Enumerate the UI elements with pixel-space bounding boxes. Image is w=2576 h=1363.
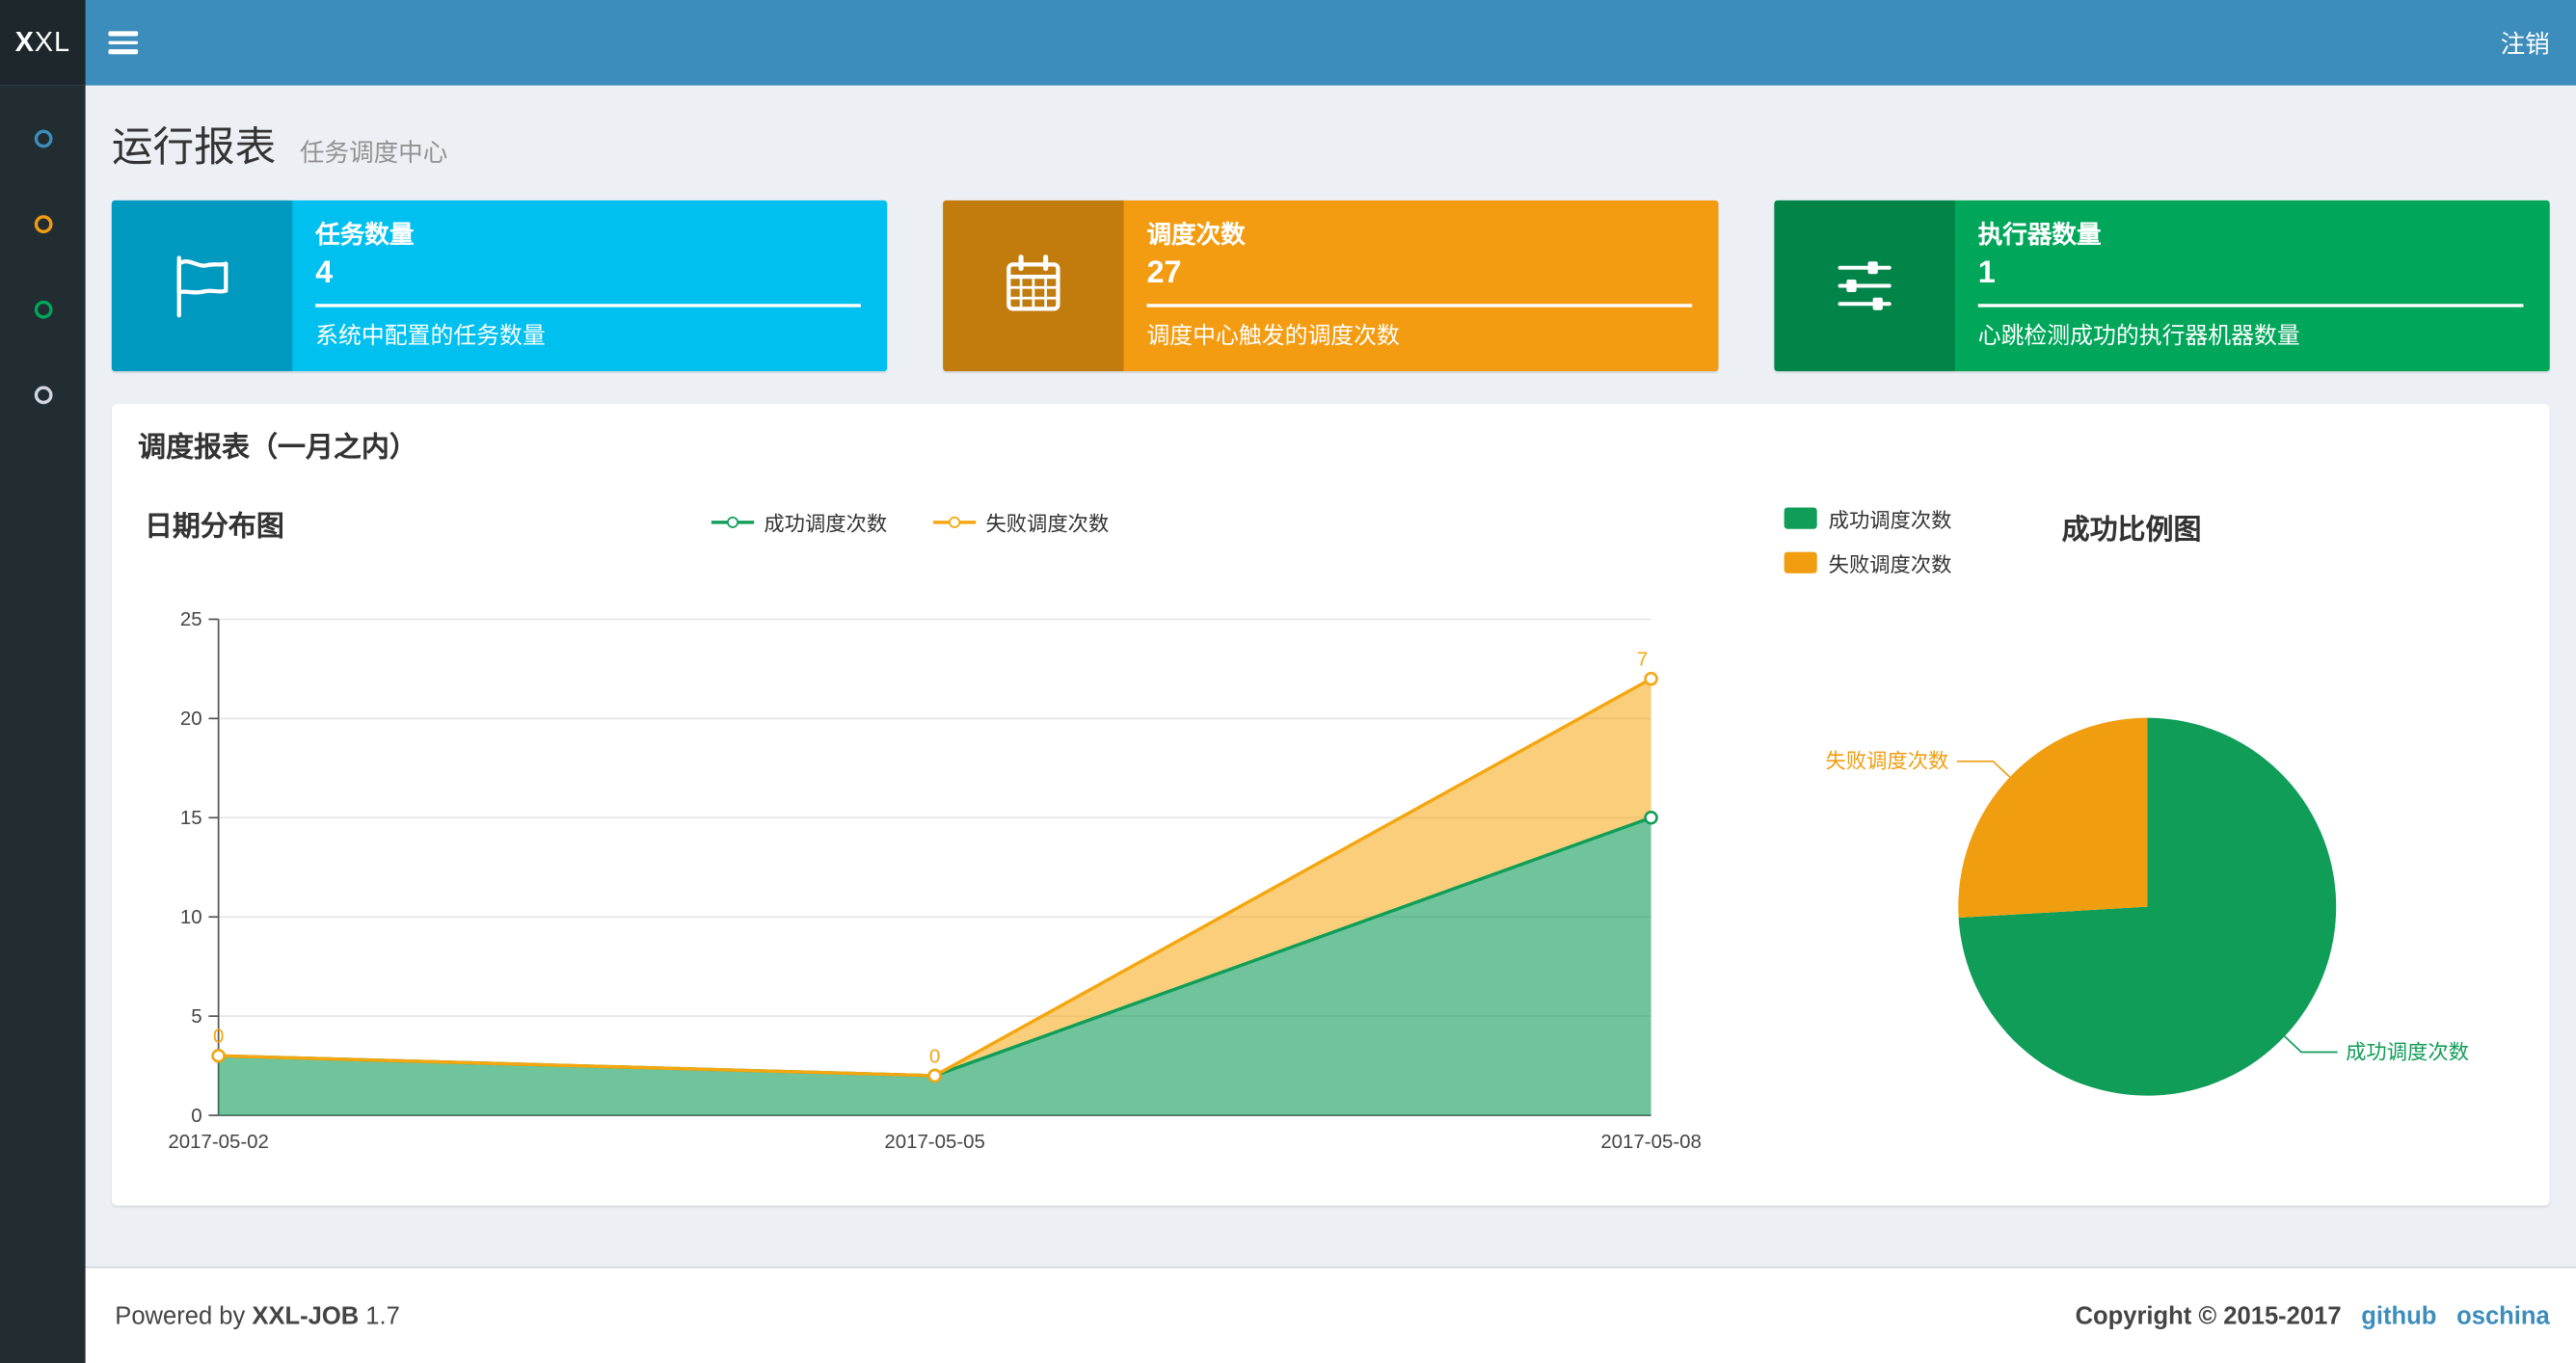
info-box-progress bbox=[315, 304, 861, 307]
content-header: 运行报表 任务调度中心 bbox=[112, 115, 447, 174]
calendar-icon bbox=[943, 200, 1124, 372]
svg-text:2017-05-02: 2017-05-02 bbox=[168, 1131, 269, 1153]
report-panel: 调度报表（一月之内） 日期分布图 成功调度次数 失败调度次数 0 5 10 15 20 2… bbox=[111, 404, 2550, 1206]
svg-text:2017-05-05: 2017-05-05 bbox=[884, 1131, 985, 1153]
svg-text:成功调度次数: 成功调度次数 bbox=[2346, 1040, 2469, 1063]
info-box-content: 调度次数 27 调度中心触发的调度次数 bbox=[1124, 200, 1719, 371]
pie-chart-svg: 成功调度次数 失败调度次数 bbox=[1826, 717, 2469, 1096]
product-name: XXL-JOB bbox=[252, 1301, 360, 1330]
info-box-label: 执行器数量 bbox=[1977, 222, 2102, 251]
logo-rest-text: XL bbox=[34, 26, 70, 58]
info-box-row: 任务数量 4 系统中配置的任务数量 调度次数 27 调度中心触发的调度次数 执行… bbox=[111, 200, 2550, 372]
page-title: 运行报表 bbox=[111, 124, 277, 172]
info-box-triggers: 调度次数 27 调度中心触发的调度次数 bbox=[943, 200, 1719, 372]
svg-text:5: 5 bbox=[191, 1005, 201, 1028]
svg-text:0: 0 bbox=[929, 1045, 940, 1067]
svg-text:25: 25 bbox=[180, 608, 202, 630]
sidebar-item-2[interactable] bbox=[0, 180, 86, 266]
info-box-description: 调度中心触发的调度次数 bbox=[1146, 321, 1400, 349]
copyright-text: Copyright © 2015-2017 github oschina bbox=[2075, 1301, 2550, 1330]
info-box-number: 27 bbox=[1146, 255, 1182, 291]
app-logo[interactable]: X XL bbox=[0, 0, 86, 86]
info-box-progress bbox=[1977, 304, 2524, 307]
hamburger-icon bbox=[108, 31, 139, 54]
circle-icon bbox=[33, 385, 52, 404]
circle-icon bbox=[33, 299, 52, 318]
info-box-content: 执行器数量 1 心跳检测成功的执行器机器数量 bbox=[1955, 200, 2550, 371]
date-distribution-chart: 日期分布图 成功调度次数 失败调度次数 0 5 10 15 20 25 2017-05-02… bbox=[138, 493, 1741, 1189]
info-box-content: 任务数量 4 系统中配置的任务数量 bbox=[292, 200, 887, 371]
svg-text:7: 7 bbox=[1637, 649, 1648, 671]
panel-title: 调度报表（一月之内） bbox=[138, 432, 417, 464]
sidebar-item-4[interactable] bbox=[0, 352, 86, 438]
sidebar-item-3[interactable] bbox=[0, 266, 86, 352]
info-box-label: 任务数量 bbox=[315, 222, 415, 251]
logout-link[interactable]: 注销 bbox=[2474, 0, 2576, 86]
sidebar bbox=[0, 85, 86, 1363]
info-box-description: 心跳检测成功的执行器机器数量 bbox=[1977, 321, 2300, 349]
svg-text:失败调度次数: 失败调度次数 bbox=[1826, 750, 1949, 773]
info-box-label: 调度次数 bbox=[1146, 222, 1246, 251]
svg-text:15: 15 bbox=[180, 807, 202, 829]
footer: Powered by XXL-JOB 1.7 Copyright © 2015-… bbox=[85, 1266, 2576, 1363]
flag-icon bbox=[111, 200, 293, 372]
svg-text:0: 0 bbox=[213, 1026, 224, 1048]
powered-by-text: Powered by XXL-JOB 1.7 bbox=[115, 1301, 400, 1330]
svg-text:0: 0 bbox=[191, 1105, 201, 1127]
circle-icon bbox=[33, 214, 52, 233]
svg-text:10: 10 bbox=[180, 906, 202, 928]
page-subtitle: 任务调度中心 bbox=[299, 139, 448, 168]
sidebar-toggle-button[interactable] bbox=[86, 0, 161, 86]
info-box-number: 4 bbox=[315, 255, 334, 291]
info-box-executors: 执行器数量 1 心跳检测成功的执行器机器数量 bbox=[1774, 200, 2550, 372]
page: X XL 注销 运行报表 任务调度中心 任务数量 4 系统中配置的任务数量 调度… bbox=[0, 0, 2576, 1363]
info-box-progress bbox=[1146, 304, 1693, 307]
info-box-description: 系统中配置的任务数量 bbox=[315, 321, 546, 349]
product-version: 1.7 bbox=[365, 1301, 400, 1330]
top-navbar: X XL 注销 bbox=[0, 0, 2576, 86]
success-ratio-chart: 成功调度次数 失败调度次数 成功比例图 成功调度次数 失败调度次数 bbox=[1781, 493, 2539, 1189]
sliders-icon bbox=[1774, 200, 1955, 372]
sidebar-item-1[interactable] bbox=[0, 95, 86, 181]
oschina-link[interactable]: oschina bbox=[2456, 1301, 2550, 1329]
github-link[interactable]: github bbox=[2361, 1301, 2436, 1329]
info-box-jobs: 任务数量 4 系统中配置的任务数量 bbox=[111, 200, 888, 372]
svg-text:20: 20 bbox=[180, 708, 202, 730]
svg-text:2017-05-08: 2017-05-08 bbox=[1600, 1131, 1702, 1153]
info-box-number: 1 bbox=[1977, 255, 1996, 291]
logo-bold-text: X bbox=[14, 26, 35, 58]
circle-icon bbox=[33, 128, 52, 147]
line-chart-svg: 05101520252017-05-02 2017-05-05 2017-05-08… bbox=[168, 608, 1702, 1153]
